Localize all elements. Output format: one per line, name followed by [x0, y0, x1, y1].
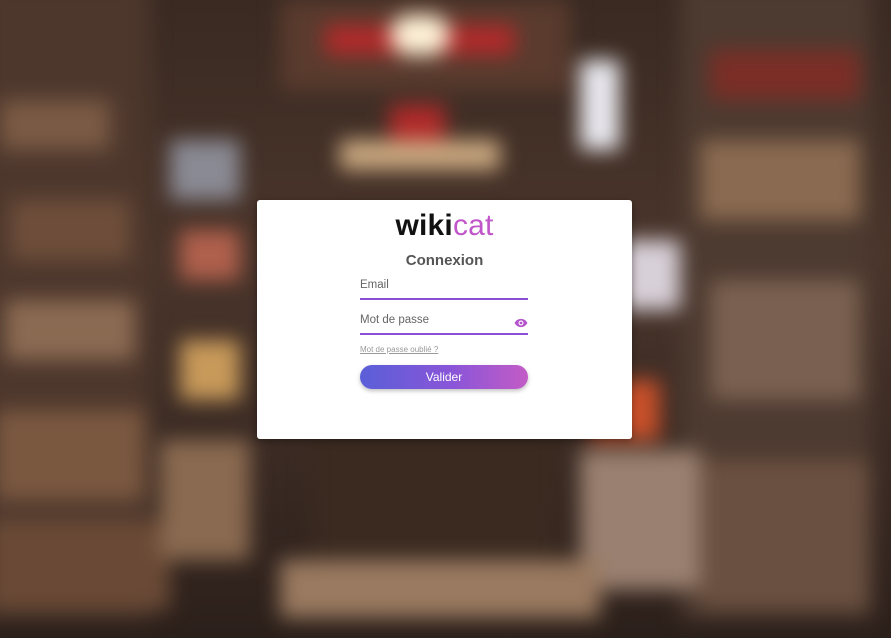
logo-cat-text: cat: [452, 209, 494, 242]
eye-icon[interactable]: [514, 316, 528, 330]
page-title: Connexion: [405, 252, 484, 269]
email-field[interactable]: Email: [360, 278, 528, 300]
forgot-password-link[interactable]: Mot de passe oublié ?: [360, 345, 438, 354]
password-placeholder: Mot de passe: [360, 314, 430, 326]
logo-wiki-text: wiki: [395, 209, 453, 242]
password-field[interactable]: Mot de passe: [360, 313, 528, 335]
submit-button[interactable]: Valider: [360, 365, 528, 389]
wikicat-logo: wikicat: [257, 208, 632, 244]
login-card: wikicat Connexion Email Mot de passe Mot…: [257, 200, 632, 439]
email-placeholder: Email: [360, 279, 389, 291]
